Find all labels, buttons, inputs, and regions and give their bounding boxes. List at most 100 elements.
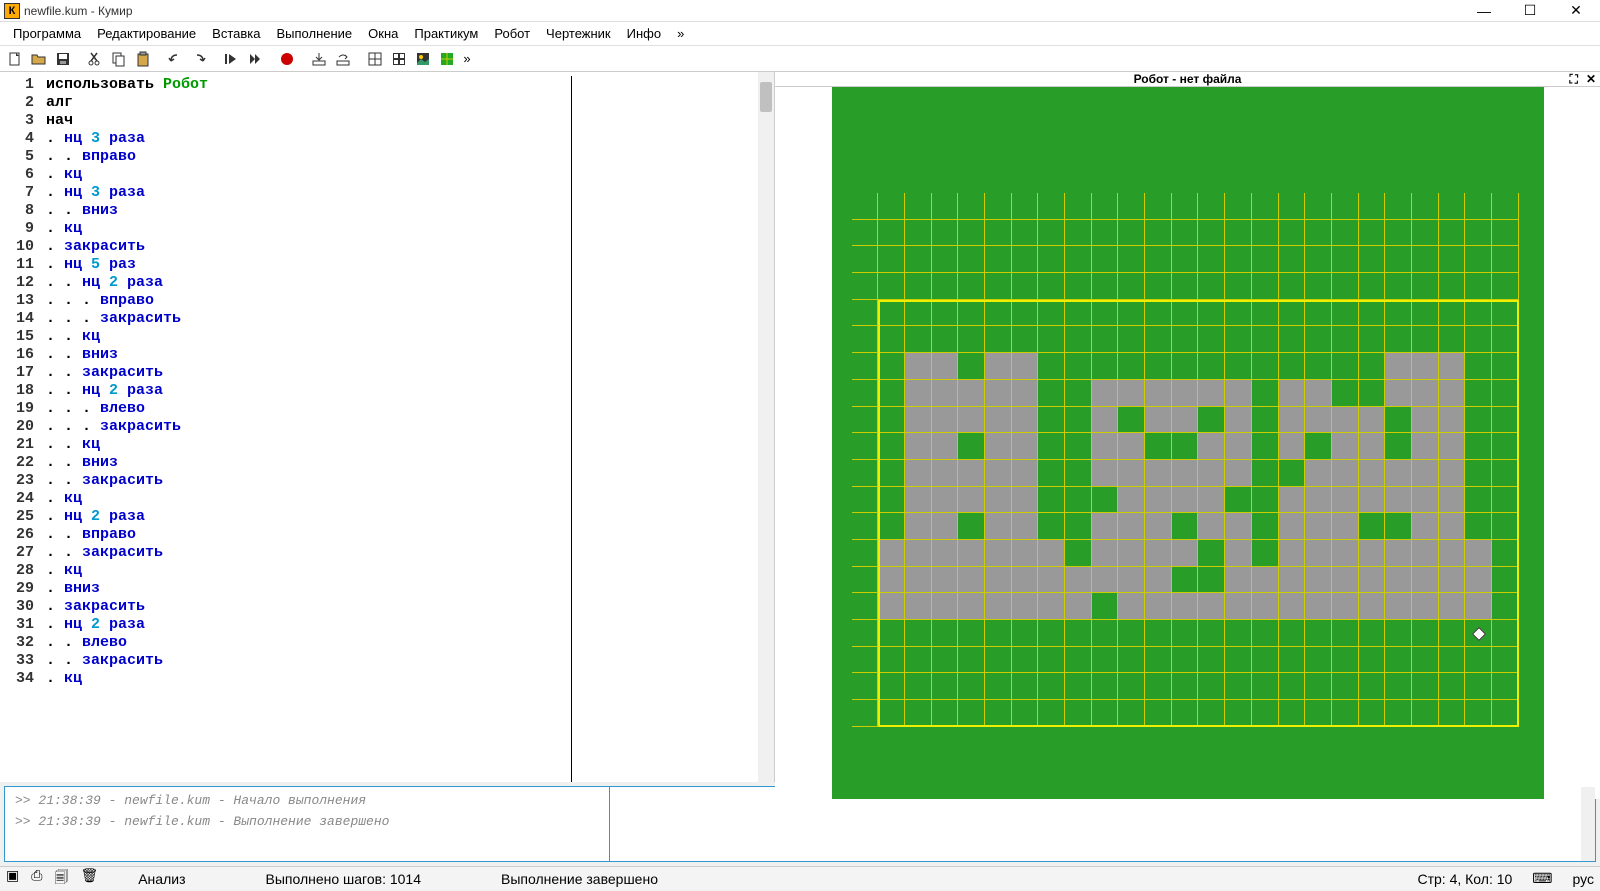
grid-cell (1439, 246, 1466, 273)
grid-cell (852, 460, 879, 487)
code-line: . . вправо (46, 148, 571, 166)
grid-cell (1252, 700, 1279, 727)
grid-cell (852, 353, 879, 380)
grid-cell (1065, 407, 1092, 434)
grid-cell (985, 567, 1012, 594)
grid-cell (1305, 513, 1332, 540)
paste-button[interactable] (132, 48, 154, 70)
grid-cell (1492, 673, 1519, 700)
step-over-button[interactable] (332, 48, 354, 70)
grid-cell (1118, 513, 1145, 540)
stop-button[interactable] (276, 48, 298, 70)
grid-cell (852, 567, 879, 594)
grid-cell (1038, 593, 1065, 620)
grid-cell (1172, 460, 1199, 487)
undo-button[interactable] (164, 48, 186, 70)
grid-cell (1012, 673, 1039, 700)
menu-item[interactable]: Вставка (205, 23, 267, 44)
grid-cell (1252, 620, 1279, 647)
grid-cell (932, 620, 959, 647)
grid-cell (1198, 220, 1225, 247)
console-scrollbar[interactable] (1581, 787, 1595, 861)
menu-item[interactable]: Инфо (620, 23, 668, 44)
status-icon-4[interactable]: 🗑 (80, 867, 98, 891)
status-keyboard-icon[interactable]: ⌨ (1532, 870, 1552, 887)
grid-cell (1065, 487, 1092, 514)
grid-cell (1012, 246, 1039, 273)
grid-cell (1412, 246, 1439, 273)
grid-cell (1012, 540, 1039, 567)
grid-cell (1439, 193, 1466, 220)
grid-cell (1305, 193, 1332, 220)
robot-field-button[interactable] (436, 48, 458, 70)
grid-cell (1118, 567, 1145, 594)
editor-scrollbar[interactable] (758, 72, 774, 782)
grid-cell (878, 487, 905, 514)
redo-button[interactable] (188, 48, 210, 70)
console-right-pane[interactable] (610, 787, 1595, 861)
grid-cell (1359, 620, 1386, 647)
menu-item[interactable]: Чертежник (539, 23, 618, 44)
grid-cell (1038, 407, 1065, 434)
grid1-button[interactable] (364, 48, 386, 70)
grid-cell (1492, 540, 1519, 567)
grid2-button[interactable] (388, 48, 410, 70)
toolbar-overflow[interactable]: » (460, 48, 474, 70)
grid-cell (1492, 433, 1519, 460)
image-view-button[interactable] (412, 48, 434, 70)
grid-cell (1279, 353, 1306, 380)
grid-cell (1038, 700, 1065, 727)
grid-cell (1065, 700, 1092, 727)
grid-cell (1145, 593, 1172, 620)
save-file-button[interactable] (52, 48, 74, 70)
open-file-button[interactable] (28, 48, 50, 70)
grid-cell (905, 433, 932, 460)
new-file-button[interactable] (4, 48, 26, 70)
grid-cell (1359, 326, 1386, 353)
menu-item[interactable]: Выполнение (269, 23, 359, 44)
grid-cell (1332, 326, 1359, 353)
robot-panel-close[interactable]: ✕ (1586, 72, 1596, 87)
run-step-button[interactable] (220, 48, 242, 70)
grid-cell (1359, 487, 1386, 514)
grid-cell (1305, 380, 1332, 407)
grid-cell (1012, 487, 1039, 514)
grid-cell (1279, 246, 1306, 273)
grid-cell (1252, 220, 1279, 247)
menu-item[interactable]: Программа (6, 23, 88, 44)
run-button[interactable] (244, 48, 266, 70)
cut-button[interactable] (84, 48, 106, 70)
grid-cell (1172, 220, 1199, 247)
step-into-button[interactable] (308, 48, 330, 70)
grid-cell (878, 407, 905, 434)
menu-item[interactable]: » (670, 23, 691, 44)
grid-cell (1359, 246, 1386, 273)
grid-cell (1465, 700, 1492, 727)
grid-cell (1492, 647, 1519, 674)
grid-cell (1359, 540, 1386, 567)
grid-cell (1359, 593, 1386, 620)
grid-cell (1385, 567, 1412, 594)
menu-item[interactable]: Практикум (407, 23, 485, 44)
grid-cell (1118, 647, 1145, 674)
menu-item[interactable]: Редактирование (90, 23, 203, 44)
grid-cell (1092, 193, 1119, 220)
code-line: нач (46, 112, 571, 130)
grid-cell (1198, 620, 1225, 647)
status-icon-1[interactable]: ▣ (6, 867, 19, 891)
code-editor[interactable]: использовать Роботалгнач. нц 3 раза. . в… (42, 72, 758, 782)
menu-item[interactable]: Окна (361, 23, 405, 44)
status-icon-2[interactable]: ⎙ (31, 867, 42, 891)
grid-cell (1092, 353, 1119, 380)
robot-panel-maximize[interactable]: ⛶ (1570, 72, 1578, 87)
close-button[interactable]: ✕ (1562, 2, 1590, 20)
maximize-button[interactable]: ☐ (1516, 2, 1544, 20)
status-icon-3[interactable]: 🗐 (54, 867, 68, 891)
menu-item[interactable]: Робот (487, 23, 537, 44)
grid-cell (1412, 300, 1439, 327)
copy-button[interactable] (108, 48, 130, 70)
robot-field[interactable] (832, 87, 1544, 799)
code-line: . закрасить (46, 598, 571, 616)
grid-cell (1279, 460, 1306, 487)
minimize-button[interactable]: — (1470, 2, 1498, 20)
